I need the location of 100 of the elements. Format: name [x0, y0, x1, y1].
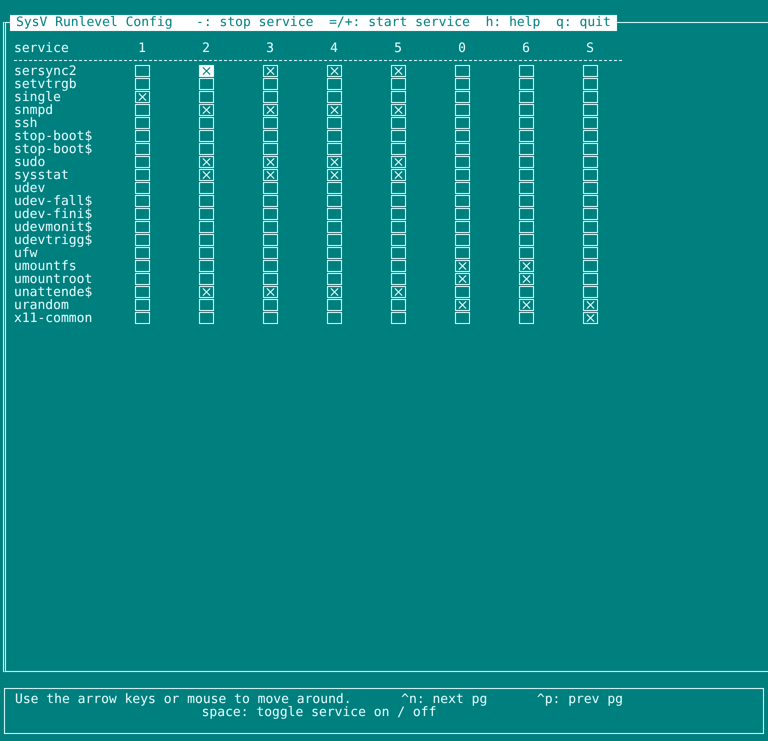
- checkbox[interactable]: [454, 78, 470, 90]
- checkbox[interactable]: [454, 221, 470, 233]
- checkbox[interactable]: [582, 234, 598, 246]
- checkbox[interactable]: [134, 273, 150, 285]
- checkbox[interactable]: [390, 182, 406, 194]
- checkbox[interactable]: [454, 104, 470, 116]
- checkbox[interactable]: [326, 78, 342, 90]
- checkbox[interactable]: [518, 91, 534, 103]
- checkbox[interactable]: [454, 247, 470, 259]
- checkbox[interactable]: [390, 299, 406, 311]
- checkbox[interactable]: [198, 247, 214, 259]
- checkbox[interactable]: [582, 286, 598, 298]
- checkbox[interactable]: [582, 182, 598, 194]
- checkbox[interactable]: [134, 169, 150, 181]
- checkbox[interactable]: [134, 130, 150, 142]
- checkbox[interactable]: [262, 169, 278, 181]
- checkbox[interactable]: [198, 169, 214, 181]
- checkbox[interactable]: [454, 91, 470, 103]
- checkbox[interactable]: [390, 156, 406, 168]
- checkbox[interactable]: [134, 260, 150, 272]
- checkbox[interactable]: [518, 221, 534, 233]
- checkbox[interactable]: [262, 286, 278, 298]
- checkbox[interactable]: [326, 182, 342, 194]
- checkbox[interactable]: [518, 117, 534, 129]
- checkbox[interactable]: [326, 195, 342, 207]
- checkbox[interactable]: [198, 234, 214, 246]
- checkbox[interactable]: [262, 273, 278, 285]
- checkbox[interactable]: [262, 65, 278, 77]
- checkbox[interactable]: [326, 143, 342, 155]
- checkbox[interactable]: [518, 286, 534, 298]
- checkbox[interactable]: [198, 104, 214, 116]
- checkbox[interactable]: [134, 247, 150, 259]
- checkbox[interactable]: [582, 117, 598, 129]
- checkbox[interactable]: [326, 208, 342, 220]
- checkbox[interactable]: [198, 221, 214, 233]
- checkbox[interactable]: [262, 104, 278, 116]
- checkbox[interactable]: [518, 312, 534, 324]
- checkbox[interactable]: [582, 143, 598, 155]
- checkbox[interactable]: [326, 117, 342, 129]
- checkbox[interactable]: [454, 260, 470, 272]
- checkbox[interactable]: [326, 312, 342, 324]
- checkbox[interactable]: [326, 91, 342, 103]
- checkbox[interactable]: [134, 156, 150, 168]
- checkbox[interactable]: [326, 234, 342, 246]
- checkbox[interactable]: [582, 104, 598, 116]
- checkbox[interactable]: [134, 65, 150, 77]
- checkbox[interactable]: [518, 195, 534, 207]
- checkbox[interactable]: [582, 208, 598, 220]
- checkbox[interactable]: [518, 130, 534, 142]
- checkbox[interactable]: [582, 156, 598, 168]
- checkbox[interactable]: [390, 169, 406, 181]
- checkbox[interactable]: [454, 312, 470, 324]
- checkbox[interactable]: [454, 130, 470, 142]
- checkbox[interactable]: [262, 78, 278, 90]
- checkbox[interactable]: [518, 169, 534, 181]
- checkbox[interactable]: [518, 208, 534, 220]
- checkbox[interactable]: [390, 130, 406, 142]
- checkbox[interactable]: [390, 273, 406, 285]
- checkbox[interactable]: [582, 169, 598, 181]
- checkbox[interactable]: [198, 299, 214, 311]
- checkbox[interactable]: [134, 117, 150, 129]
- checkbox[interactable]: [454, 156, 470, 168]
- checkbox[interactable]: [198, 195, 214, 207]
- checkbox[interactable]: [518, 182, 534, 194]
- checkbox[interactable]: [326, 156, 342, 168]
- checkbox[interactable]: [454, 195, 470, 207]
- checkbox[interactable]: [326, 130, 342, 142]
- checkbox[interactable]: [454, 65, 470, 77]
- checkbox[interactable]: [262, 156, 278, 168]
- checkbox[interactable]: [582, 299, 598, 311]
- checkbox[interactable]: [390, 117, 406, 129]
- checkbox[interactable]: [518, 156, 534, 168]
- checkbox[interactable]: [454, 182, 470, 194]
- checkbox[interactable]: [390, 247, 406, 259]
- checkbox[interactable]: [198, 273, 214, 285]
- checkbox[interactable]: [198, 286, 214, 298]
- checkbox[interactable]: [518, 247, 534, 259]
- checkbox[interactable]: [390, 78, 406, 90]
- checkbox[interactable]: [454, 234, 470, 246]
- checkbox[interactable]: [134, 91, 150, 103]
- checkbox[interactable]: [326, 65, 342, 77]
- checkbox[interactable]: [582, 91, 598, 103]
- checkbox[interactable]: [390, 195, 406, 207]
- checkbox[interactable]: [582, 312, 598, 324]
- checkbox[interactable]: [134, 182, 150, 194]
- checkbox[interactable]: [518, 143, 534, 155]
- checkbox[interactable]: [198, 208, 214, 220]
- checkbox[interactable]: [198, 78, 214, 90]
- checkbox[interactable]: [390, 312, 406, 324]
- checkbox[interactable]: [134, 234, 150, 246]
- checkbox[interactable]: [390, 234, 406, 246]
- checkbox[interactable]: [454, 273, 470, 285]
- checkbox[interactable]: [454, 286, 470, 298]
- checkbox[interactable]: [262, 221, 278, 233]
- checkbox[interactable]: [326, 169, 342, 181]
- checkbox[interactable]: [390, 104, 406, 116]
- checkbox[interactable]: [134, 299, 150, 311]
- checkbox[interactable]: [262, 260, 278, 272]
- checkbox[interactable]: [454, 143, 470, 155]
- checkbox[interactable]: [262, 247, 278, 259]
